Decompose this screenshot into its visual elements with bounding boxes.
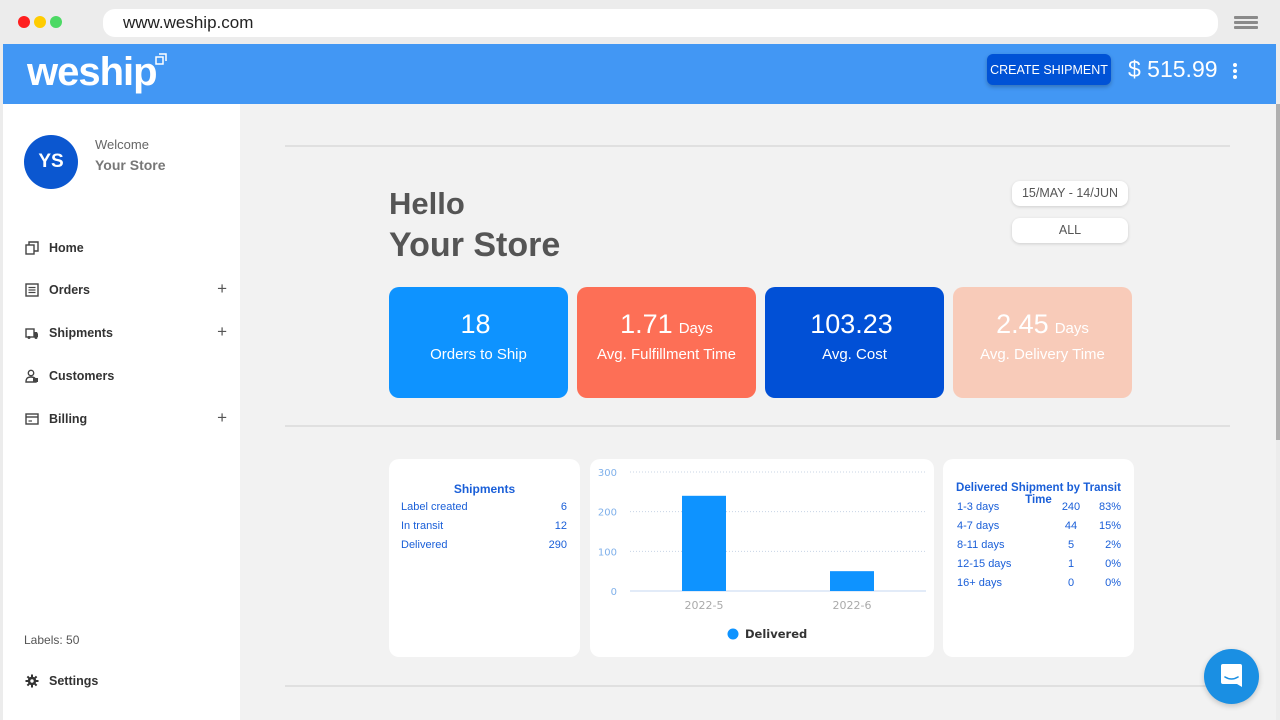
transit-count: 240 (1061, 501, 1081, 513)
greeting-heading: Hello (389, 186, 465, 221)
sidebar-item-label: Home (49, 241, 84, 255)
greeting-store-name: Your Store (389, 226, 561, 264)
stat-value: 18 (460, 309, 491, 339)
transit-percent: 2% (1105, 539, 1121, 551)
transit-count: 1 (1067, 558, 1075, 570)
expand-shipments-icon[interactable]: + (217, 322, 227, 342)
maximize-window-button[interactable] (50, 16, 62, 28)
x-tick-label: 2022-5 (685, 599, 724, 612)
transit-count: 44 (1064, 520, 1078, 532)
sidebar-item-label: Customers (49, 369, 115, 383)
stat-card-fulfillment-time[interactable]: 1.71 Days Avg. Fulfillment Time (577, 287, 756, 398)
y-tick-label: 0 (611, 587, 617, 598)
sidebar-item-orders[interactable]: Orders + (25, 278, 235, 302)
stat-value: 2.45 (996, 309, 1049, 339)
stat-label: Avg. Fulfillment Time (597, 346, 736, 363)
chat-icon (1221, 664, 1242, 687)
stat-card-avg-cost[interactable]: 103.23 Avg. Cost (765, 287, 944, 398)
sidebar-item-customers[interactable]: Customers (25, 364, 235, 388)
transit-percent: 0% (1105, 558, 1121, 570)
sidebar-item-settings[interactable]: Settings (25, 674, 98, 688)
sidebar-item-label: Shipments (49, 326, 113, 340)
chat-button[interactable] (1204, 649, 1259, 704)
y-tick-label: 300 (598, 468, 617, 479)
shipment-status-value: 12 (554, 520, 567, 532)
shipment-status-label: Delivered (401, 539, 448, 551)
home-icon (25, 241, 39, 255)
stat-label: Avg. Delivery Time (980, 346, 1105, 363)
orders-icon (25, 283, 39, 297)
y-tick-label: 200 (598, 508, 617, 519)
shipment-status-value: 6 (560, 501, 567, 513)
stat-value: 103.23 (810, 309, 893, 339)
page-scrollbar[interactable] (1276, 104, 1280, 440)
bar (830, 571, 874, 591)
close-window-button[interactable] (18, 16, 30, 28)
main-content: Hello Your Store 15/MAY - 14/JUN ALL 18 … (240, 104, 1276, 720)
shipment-status-value: 290 (548, 539, 567, 551)
browser-chrome: www.weship.com (0, 0, 1280, 44)
settings-label: Settings (49, 674, 99, 688)
transit-range: 8-11 days (957, 539, 1005, 551)
billing-icon (25, 413, 39, 425)
shipment-status-label: Label created (401, 501, 468, 513)
transit-count: 0 (1067, 577, 1075, 589)
transit-count: 5 (1067, 539, 1075, 551)
minimize-window-button[interactable] (34, 16, 46, 28)
expand-orders-icon[interactable]: + (217, 279, 227, 299)
x-tick-label: 2022-6 (833, 599, 872, 612)
stat-value: 1.71 (620, 309, 673, 339)
divider (285, 425, 1230, 427)
divider (285, 685, 1230, 687)
shipments-panel-title: Shipments (453, 482, 516, 496)
y-tick-label: 100 (598, 547, 617, 558)
transit-range: 1-3 days (957, 501, 1000, 513)
delivered-chart-panel: 0 100 200 300 2022-5 2022-6 Delivered (590, 459, 934, 657)
weship-logo[interactable]: weship (27, 50, 158, 95)
transit-percent: 15% (1098, 520, 1121, 532)
expand-billing-icon[interactable]: + (217, 408, 227, 428)
stat-label: Avg. Cost (822, 346, 887, 363)
stat-card-orders-to-ship[interactable]: 18 Orders to Ship (389, 287, 568, 398)
divider (285, 145, 1230, 147)
legend-label: Delivered (745, 627, 807, 641)
labels-count: Labels: 50 (24, 633, 80, 647)
create-shipment-button[interactable]: CREATE SHIPMENT (987, 54, 1111, 85)
delivered-bar-chart: 0 100 200 300 2022-5 2022-6 Delivered (598, 468, 926, 641)
logo-mark-icon (155, 53, 167, 65)
legend-marker (727, 628, 739, 640)
transit-percent: 83% (1098, 501, 1121, 513)
sidebar-store-name: Your Store (95, 157, 166, 173)
more-options-icon[interactable] (1232, 63, 1238, 81)
sidebar-item-billing[interactable]: Billing + (25, 407, 235, 431)
sidebar-item-label: Billing (49, 412, 88, 426)
transit-range: 12-15 days (957, 558, 1012, 570)
avatar[interactable]: YS (24, 135, 78, 189)
stat-unit: Days (678, 320, 713, 337)
sidebar-item-label: Orders (49, 283, 90, 297)
browser-menu-icon[interactable] (1234, 16, 1258, 30)
shipment-status-label: In transit (401, 520, 444, 532)
shipments-panel: Shipments Label created 6 In transit 12 … (389, 459, 580, 657)
customers-icon (25, 369, 38, 383)
stat-unit: Days (1054, 320, 1089, 337)
bar (682, 495, 726, 591)
date-range-selector[interactable]: 15/MAY - 14/JUN (1012, 181, 1128, 206)
gear-icon (25, 674, 39, 688)
truck-icon (25, 328, 38, 339)
account-balance: $ 515.99 (1128, 56, 1218, 82)
sidebar: YS Welcome Your Store Home Orders + Ship… (3, 104, 240, 720)
sidebar-item-home[interactable]: Home (25, 236, 235, 260)
welcome-text: Welcome (95, 137, 149, 152)
sidebar-item-shipments[interactable]: Shipments + (25, 321, 235, 345)
transit-percent: 0% (1105, 577, 1121, 589)
app-header: weship CREATE SHIPMENT $ 515.99 (3, 44, 1276, 104)
transit-time-panel: Delivered Shipment by Transit Time 1-3 d… (943, 459, 1134, 657)
transit-range: 4-7 days (957, 520, 1000, 532)
transit-range: 16+ days (957, 577, 1002, 589)
address-bar[interactable]: www.weship.com (103, 9, 1218, 37)
stat-card-delivery-time[interactable]: 2.45 Days Avg. Delivery Time (953, 287, 1132, 398)
filter-selector[interactable]: ALL (1012, 218, 1128, 243)
stat-label: Orders to Ship (430, 346, 527, 363)
